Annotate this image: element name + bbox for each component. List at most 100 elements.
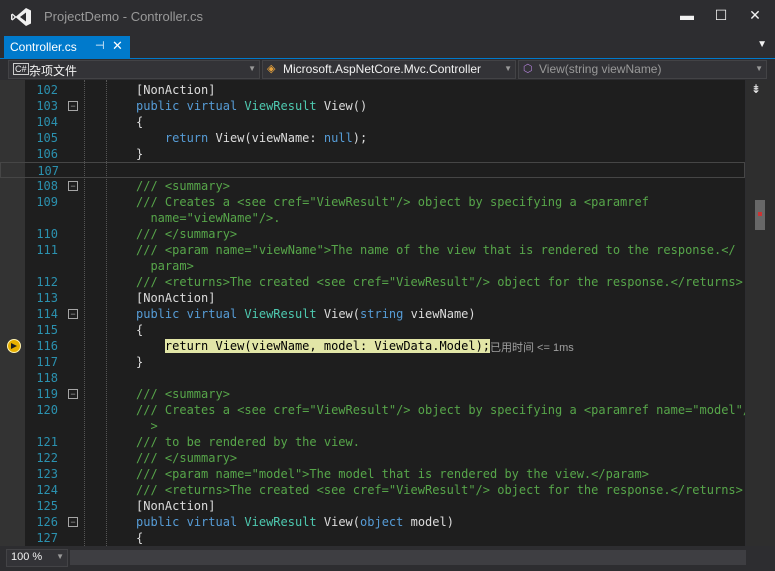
collapse-icon[interactable]: − [68,517,78,527]
tab-controller-cs[interactable]: Controller.cs ⊣ ✕ [4,36,130,58]
code-editor[interactable]: 102 [NonAction] 103− public virtual ViewRes… [0,80,745,546]
line-number: 108 [36,179,58,193]
zoom-dropdown[interactable]: 100 % ▼ [6,549,68,567]
collapse-icon[interactable]: − [68,101,78,111]
close-window-button[interactable]: ✕ [742,5,768,25]
code-line[interactable]: 109 /// Creates a <see cref="ViewResult"/… [0,194,745,210]
line-number: 115 [36,323,58,337]
code-line[interactable]: 127 { [0,530,745,546]
line-number: 114 [36,307,58,321]
chevron-down-icon: ▼ [56,552,64,561]
code-text: /// to be rendered by the view. [136,435,360,449]
line-number: 127 [36,531,58,545]
class-dropdown[interactable]: ◈ Microsoft.AspNetCore.Mvc.Controller ▼ [262,60,516,79]
minimize-button[interactable]: ▬ [674,5,700,25]
code-text: { [136,531,144,545]
line-number: 120 [36,403,58,417]
line-number: 112 [36,275,58,289]
indent-guide [84,80,85,546]
code-line[interactable]: 102 [NonAction] [0,82,745,98]
code-line[interactable]: 123 /// <param name="model">The model tha… [0,466,745,482]
code-line[interactable]: 122 /// </summary> [0,450,745,466]
line-number: 107 [37,164,59,178]
code-line[interactable]: 117} [0,354,745,370]
code-text: /// Creates a <see cref="ViewResult"/> o… [136,195,649,209]
project-dropdown[interactable]: C# 杂项文件 ▼ [8,60,260,79]
code-line[interactable]: 116 已用时间 <= 1ms return View(viewName, mod… [0,338,745,354]
tab-label: Controller.cs [10,40,77,54]
line-number: 110 [36,227,58,241]
window-title: ProjectDemo - Controller.cs [44,9,203,24]
line-number: 105 [36,131,58,145]
collapse-icon[interactable]: − [68,181,78,191]
code-line[interactable]: 105 return View(viewName: null); [0,130,745,146]
vertical-scrollbar[interactable]: ⇟ [746,80,775,546]
line-number: 119 [36,387,58,401]
split-window-icon[interactable]: ⇟ [751,82,761,96]
chevron-down-icon: ▼ [504,64,512,73]
code-line[interactable]: 124 /// <returns>The created <see cref="V… [0,482,745,498]
line-number: 106 [36,147,58,161]
line-number: 124 [36,483,58,497]
code-text: public virtual ViewResult View(object mo… [136,515,454,529]
horizontal-scrollbar[interactable] [70,550,746,565]
code-text: /// Creates a <see cref="ViewResult"/> o… [136,403,745,417]
code-line[interactable]: 114− public virtual ViewResult View(strin… [0,306,745,322]
line-number: 117 [36,355,58,369]
code-line[interactable]: 106} [0,146,745,162]
code-line[interactable]: 119− /// <summary> [0,386,745,402]
line-number: 125 [36,499,58,513]
code-line[interactable]: 113 [NonAction] [0,290,745,306]
code-line[interactable]: 108− /// <summary> [0,178,745,194]
code-line[interactable]: 110 /// </summary> [0,226,745,242]
line-number: 111 [36,243,58,257]
visual-studio-logo-icon [11,8,31,26]
code-line[interactable]: 112 /// <returns>The created <see cref="V… [0,274,745,290]
current-statement-icon[interactable] [7,339,21,353]
title-bar: ProjectDemo - Controller.cs ▬ ☐ ✕ [0,0,775,33]
line-number: 126 [36,515,58,529]
method-icon: ⬡ [523,63,533,75]
member-dropdown[interactable]: ⬡ View(string viewName) ▼ [518,60,767,79]
code-text: [NonAction] [136,499,216,513]
maximize-button[interactable]: ☐ [708,5,734,25]
code-line[interactable]: 126− public virtual ViewResult View(objec… [0,514,745,530]
editor-bottom-bar: 100 % ▼ [0,546,775,571]
code-line[interactable]: 120 /// Creates a <see cref="ViewResult"/… [0,402,745,418]
code-text: public virtual ViewResult View() [136,99,368,113]
code-line[interactable]: 125 [NonAction] [0,498,745,514]
perf-tip-elapsed: 已用时间 <= 1ms [490,342,574,354]
class-icon: ◈ [267,63,276,75]
member-dropdown-label: View(string viewName) [539,62,662,76]
code-line[interactable]: 104 { [0,114,745,130]
code-line[interactable]: param> [0,258,745,274]
tab-close-icon[interactable]: ✕ [112,38,123,54]
code-text: name="viewName"/>. [136,211,281,225]
line-number: 103 [36,99,58,113]
code-line[interactable]: > [0,418,745,434]
line-number: 109 [36,195,58,209]
line-number: 122 [36,451,58,465]
code-line[interactable]: 103− public virtual ViewResult View() [0,98,745,114]
code-text: /// <summary> [136,387,230,401]
project-dropdown-label: 杂项文件 [29,64,78,78]
code-line[interactable]: name="viewName"/>. [0,210,745,226]
zoom-level: 100 % [11,551,43,563]
pin-icon[interactable]: ⊣ [95,39,105,52]
code-line[interactable]: 111 /// <param name="viewName">The name o… [0,242,745,258]
code-text: param> [136,259,194,273]
tab-overflow-dropdown-icon[interactable]: ▼ [757,39,767,50]
line-number: 116 [36,339,58,353]
collapse-icon[interactable]: − [68,389,78,399]
code-text: > [136,419,158,433]
code-line[interactable]: 121 /// to be rendered by the view. [0,434,745,450]
code-text: return View(viewName: null); [164,131,368,145]
code-line[interactable]: 115 { [0,322,745,338]
chevron-down-icon: ▼ [248,64,256,73]
collapse-icon[interactable]: − [68,309,78,319]
code-line[interactable]: 118 [0,370,745,386]
code-line[interactable]: 107 [0,162,745,178]
code-text: { [136,323,144,337]
chevron-down-icon: ▼ [755,64,763,73]
code-text: /// <summary> [136,179,230,193]
